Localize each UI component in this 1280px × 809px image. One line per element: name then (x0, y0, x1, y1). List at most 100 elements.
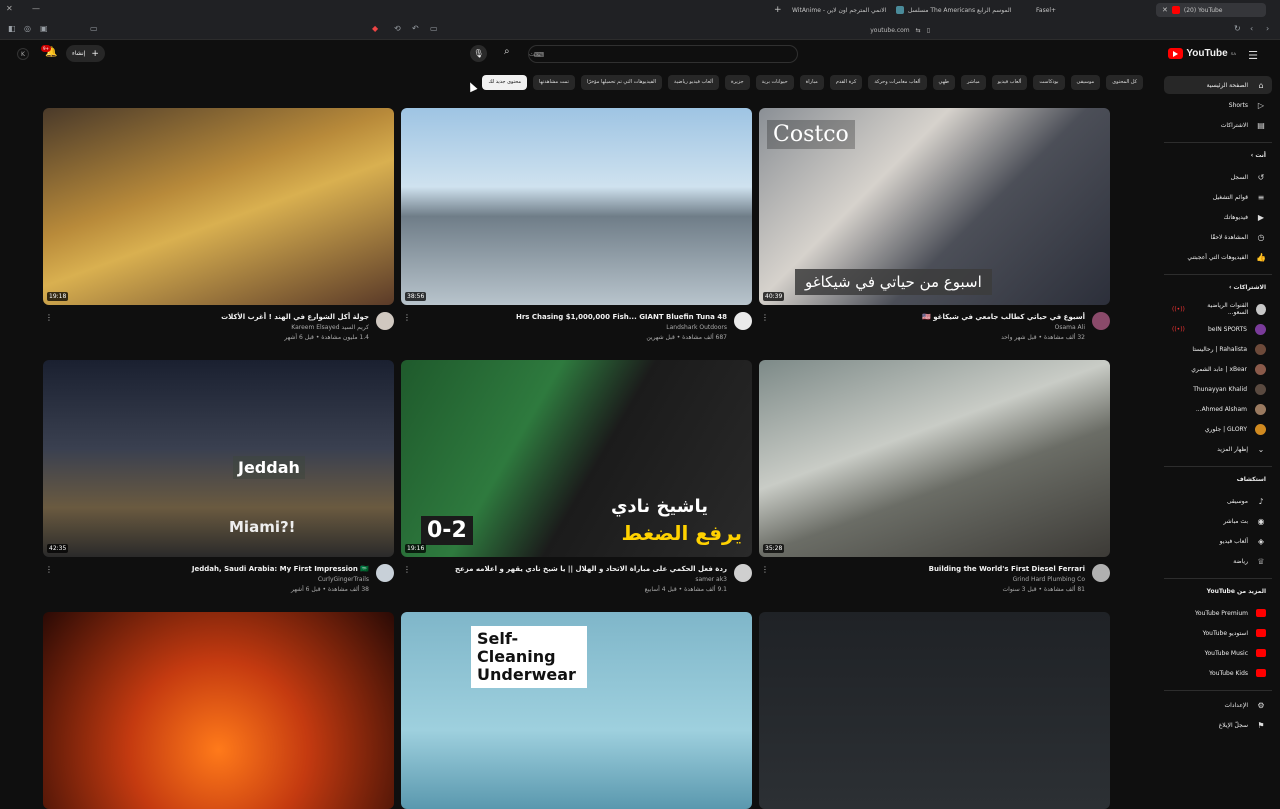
avatar[interactable]: K (17, 48, 29, 60)
sidebar-item[interactable]: Thunayyan Khalid (1164, 380, 1272, 398)
you-section-header[interactable]: أنت › (1251, 152, 1266, 159)
channel-avatar[interactable] (376, 312, 394, 330)
filter-chip[interactable]: ألعاب فيديو (991, 74, 1028, 90)
video-thumbnail[interactable] (43, 612, 394, 809)
filter-chip[interactable]: ألعاب فيديو رياضية (668, 74, 720, 90)
channel-avatar[interactable] (376, 564, 394, 582)
video-thumbnail[interactable]: 19:18 (43, 108, 394, 305)
sidebar-item[interactable]: ▶ فيديوهاتك (1164, 208, 1272, 226)
channel-avatar[interactable] (1092, 312, 1110, 330)
video-title[interactable]: أسبوع في حياتي كطالب جامعي في شيكاغو 🇺🇸 (922, 313, 1085, 321)
video-thumbnail[interactable]: 35:28 (759, 360, 1110, 557)
sidebar-item[interactable]: ↺ السجل (1164, 168, 1272, 186)
sidebar-item[interactable]: استوديو YouTube (1164, 624, 1272, 642)
sidebar-item[interactable]: ◷ المشاهدة لاحقًا (1164, 228, 1272, 246)
notifications-icon[interactable]: 🔔 9+ (41, 45, 57, 58)
sidebar-item[interactable]: ◉ بث مباشر (1164, 512, 1272, 530)
more-options-icon[interactable]: ⋮ (403, 313, 411, 322)
sidebar-item[interactable]: ♪ موسيقى (1164, 492, 1272, 510)
youtube-logo[interactable]: YouTube SA (1168, 48, 1236, 59)
minimize-window-icon[interactable]: — (32, 4, 40, 13)
back-icon[interactable]: ‹ (1250, 24, 1253, 33)
video-title[interactable]: Building the World's First Diesel Ferrar… (929, 565, 1085, 573)
subscriptions-section-header[interactable]: الاشتراكات › (1229, 284, 1266, 291)
tab-witanime[interactable]: WitAnime - مشاهدة الانمي المترجم اون لاي… (792, 3, 888, 17)
video-title[interactable]: 48 Hrs Chasing $1,000,000 Fish... GIANT … (516, 313, 727, 321)
channel-name[interactable]: Osama Ali (1055, 324, 1085, 331)
video-thumbnail[interactable]: Costco اسبوع من حياتي في شيكاغو 40:39 (759, 108, 1110, 305)
close-window-icon[interactable]: ✕ (6, 4, 13, 13)
shield-icon[interactable]: ◎ (24, 24, 31, 33)
more-options-icon[interactable]: ⋮ (403, 565, 411, 574)
screen-icon[interactable]: ▭ (430, 24, 438, 33)
sidebar-item[interactable]: beIN SPORTS ((•)) (1164, 320, 1272, 338)
channel-name[interactable]: Landshark Outdoors (666, 324, 727, 331)
sidebar-item[interactable]: Rahalista | رحاليستا (1164, 340, 1272, 358)
filter-chip[interactable]: مباشر (961, 74, 986, 90)
channel-name[interactable]: samer ak3 (695, 576, 727, 583)
channel-avatar[interactable] (734, 312, 752, 330)
more-options-icon[interactable]: ⋮ (45, 313, 53, 322)
tab-youtube[interactable]: ✕ (20) YouTube (1156, 3, 1266, 17)
video-thumbnail[interactable]: Jeddah Miami?! 42:35 (43, 360, 394, 557)
sidebar-item[interactable]: ⚑ سجلّ الإبلاغ (1164, 716, 1272, 734)
sidebar-toggle-icon[interactable]: ◧ (8, 24, 16, 33)
sidebar-item[interactable]: GLORY | جلوري (1164, 420, 1272, 438)
sidebar-item[interactable]: ▷ Shorts (1164, 96, 1272, 114)
tab-americans[interactable]: مسلسل The Americans الموسم الرابع (896, 3, 1011, 17)
filter-chip[interactable]: بودكاست (1033, 74, 1065, 90)
sidebar-item[interactable]: YouTube Music (1164, 644, 1272, 662)
undo-icon[interactable]: ↶ (412, 24, 419, 33)
sidebar-item[interactable]: ⚙ الإعدادات (1164, 696, 1272, 714)
extensions-icon[interactable]: ▣ (40, 24, 48, 33)
channel-name[interactable]: كريم السيد Kareem Elsayed (291, 324, 369, 331)
reload-icon[interactable]: ↻ (1234, 24, 1241, 33)
filter-chip[interactable]: كرة القدم (829, 74, 863, 90)
more-options-icon[interactable]: ⋮ (761, 313, 769, 322)
search-icon[interactable]: ⌕ (504, 46, 510, 57)
sidebar-item[interactable]: القنوات الرياضية السعو... ((•)) (1164, 300, 1272, 318)
sidebar-item[interactable]: 👍 الفيديوهات التي أعجبتني (1164, 248, 1272, 266)
sidebar-item[interactable]: ◈ ألعاب فيديو (1164, 532, 1272, 550)
channel-avatar[interactable] (1092, 564, 1110, 582)
keyboard-icon[interactable]: ⌨ (534, 51, 544, 59)
filter-chip[interactable]: الفيديوهات التي تم تحميلها مؤخرًا (580, 74, 663, 90)
filter-chip[interactable]: جزيرة (725, 74, 750, 90)
filter-chip[interactable]: ألعاب مغامرات وحركة (868, 74, 927, 90)
video-thumbnail[interactable]: 38:56 (401, 108, 752, 305)
channel-name[interactable]: Grind Hard Plumbing Co (1013, 576, 1085, 583)
sidebar-item[interactable]: YouTube Kids (1164, 664, 1272, 682)
sidebar-item[interactable]: xBear | عابد الشمري (1164, 360, 1272, 378)
search-input[interactable]: بحث (528, 45, 798, 63)
filter-chip[interactable]: محتوى جديد لك (482, 74, 527, 90)
bookmark-icon[interactable]: ▯ (927, 27, 930, 34)
translate-icon[interactable]: ⟲ (394, 24, 401, 33)
filter-chip[interactable]: موسيقى (1070, 74, 1101, 90)
video-thumbnail[interactable]: Self-Cleaning Underwear (401, 612, 752, 809)
more-options-icon[interactable]: ⋮ (45, 565, 53, 574)
tune-icon[interactable]: ⇆ (916, 27, 921, 34)
adblock-icon[interactable]: ◆ (372, 24, 378, 33)
filter-chip[interactable]: حيوانات برية (755, 74, 794, 90)
video-title[interactable]: جولة أكل الشوارع في الهند ! أغرب الأكلات (221, 313, 369, 321)
sidebar-item[interactable]: YouTube Premium (1164, 604, 1272, 622)
split-view-icon[interactable]: ▭ (90, 24, 98, 33)
new-tab-button[interactable]: + (774, 3, 782, 17)
sidebar-item[interactable]: Ahmed Alsham... (1164, 400, 1272, 418)
create-button[interactable]: إنشاء + (66, 45, 105, 62)
microphone-icon[interactable]: 🎙 (470, 45, 487, 62)
sidebar-item[interactable]: ⌂ الصفحة الرئيسية (1164, 76, 1272, 94)
close-tab-icon[interactable]: ✕ (1162, 6, 1168, 14)
filter-chip[interactable]: طهي (932, 74, 955, 90)
guide-menu-icon[interactable]: ☰ (1248, 49, 1258, 62)
sidebar-item[interactable]: ▤ الاشتراكات (1164, 116, 1272, 134)
video-title[interactable]: ردة فعل الحكمي على مباراة الاتحاد و الهل… (455, 565, 727, 573)
address-bar[interactable]: youtube.com ⇆ ▯ (870, 23, 930, 37)
video-thumbnail[interactable] (759, 612, 1110, 809)
channel-name[interactable]: CurlyGingerTrails (318, 576, 369, 583)
more-options-icon[interactable]: ⋮ (761, 565, 769, 574)
sidebar-item[interactable]: ⌄ إظهار المزيد (1164, 440, 1272, 458)
video-title[interactable]: Jeddah, Saudi Arabia: My First Impressio… (192, 565, 369, 573)
video-thumbnail[interactable]: يرفع الضغط ياشيخ نادي 0-2 19:16 (401, 360, 752, 557)
sidebar-item[interactable]: ≡ قوائم التشغيل (1164, 188, 1272, 206)
